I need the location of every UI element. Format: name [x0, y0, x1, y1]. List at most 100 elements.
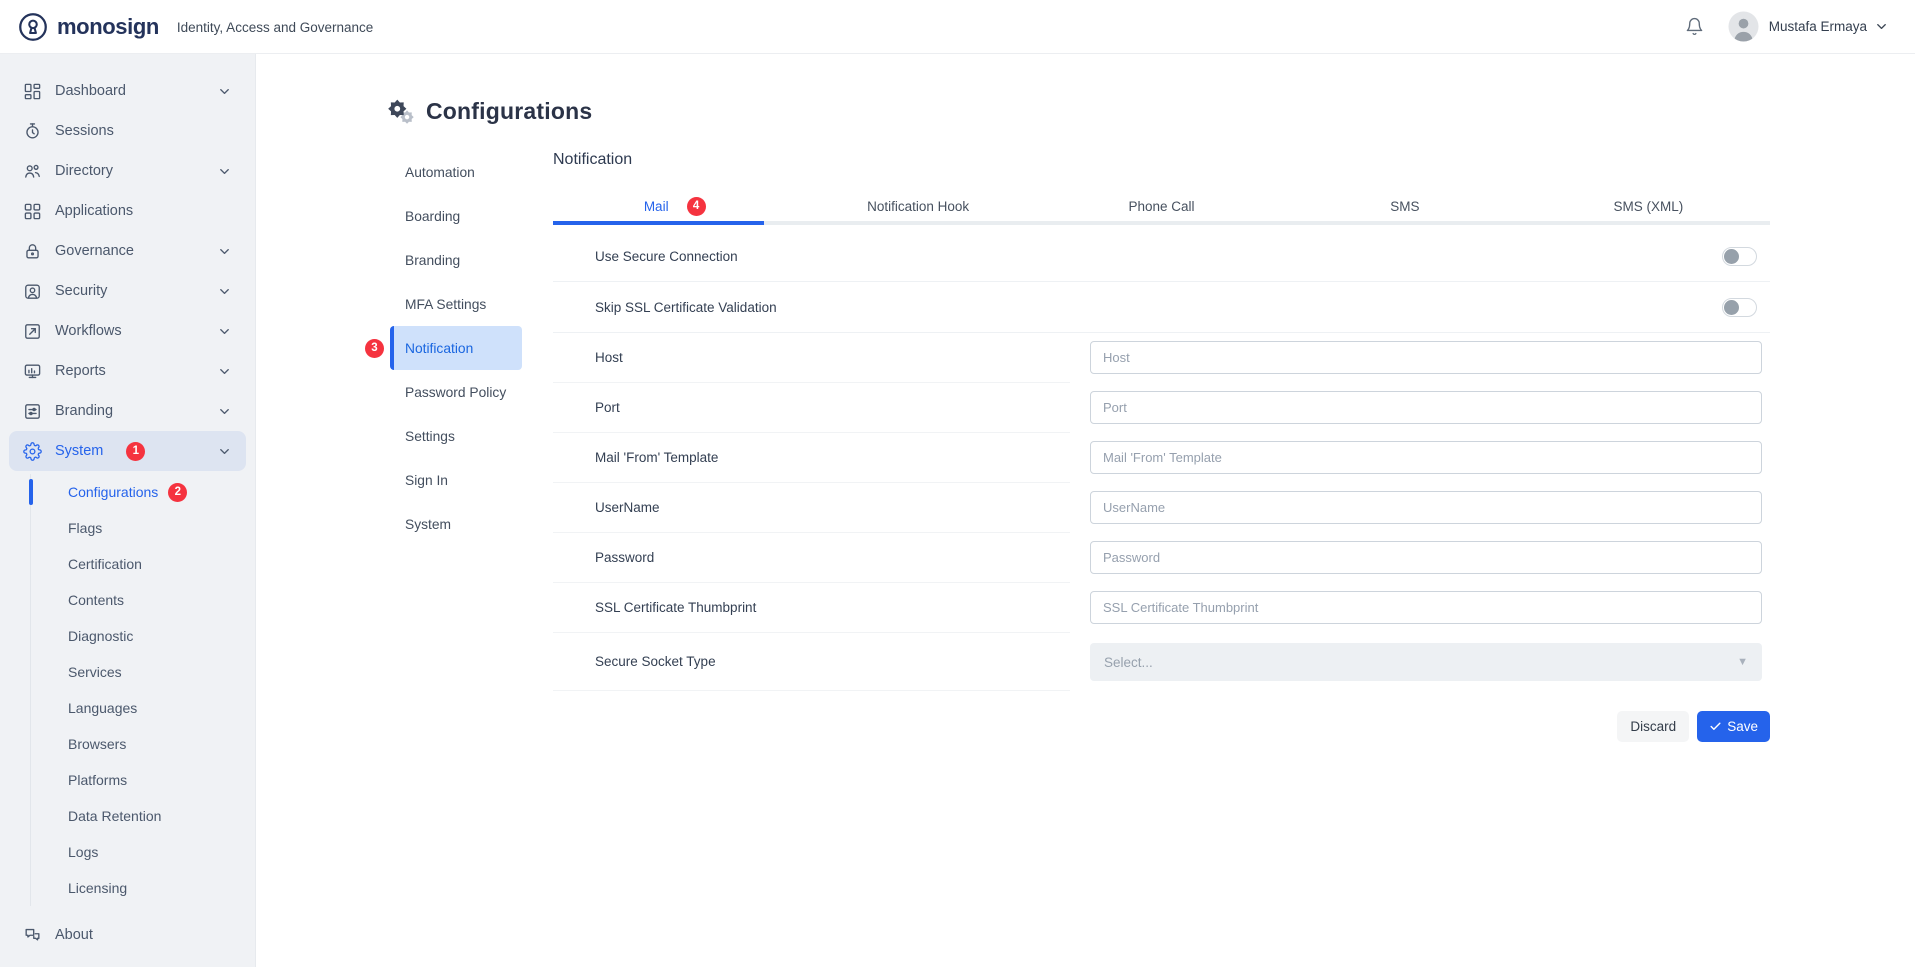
subnav-item[interactable]: Certification: [31, 546, 255, 582]
sidebar-item[interactable]: Branding: [9, 391, 246, 431]
subnav-item-label: Logs: [68, 844, 98, 860]
sidebar-item[interactable]: Applications: [9, 191, 246, 231]
config-section-nav: Automation Boarding Branding MFA Setting…: [390, 150, 522, 546]
section-nav-item[interactable]: Sign In: [390, 458, 522, 502]
sidebar-item-icon: [23, 282, 42, 301]
text-input[interactable]: [1090, 591, 1762, 624]
secure-socket-type-select[interactable]: Select... ▼: [1090, 643, 1762, 681]
toggle-switch[interactable]: [1722, 298, 1757, 317]
brand-tagline: Identity, Access and Governance: [177, 20, 373, 35]
tab-underline-track: [553, 221, 1770, 225]
text-input[interactable]: [1090, 541, 1762, 574]
select-value: Select...: [1104, 655, 1153, 670]
step-badge: 2: [168, 483, 187, 502]
text-input[interactable]: [1090, 391, 1762, 424]
tab[interactable]: Notification Hook: [796, 193, 1039, 219]
subnav-item-label: Configurations: [68, 484, 158, 500]
chevron-down-icon: [217, 84, 232, 99]
chevron-down-icon: [217, 364, 232, 379]
text-input[interactable]: [1090, 491, 1762, 524]
subnav-item[interactable]: Contents: [31, 582, 255, 618]
sidebar-item-label: Governance: [55, 243, 134, 259]
subnav-item-label: Platforms: [68, 772, 127, 788]
text-input[interactable]: [1090, 441, 1762, 474]
save-button[interactable]: Save: [1697, 711, 1770, 742]
subnav-item[interactable]: Flags: [31, 510, 255, 546]
section-nav-item[interactable]: 3 Notification: [390, 326, 522, 370]
sidebar-item-label: Applications: [55, 203, 133, 219]
tab[interactable]: Phone Call: [1040, 193, 1283, 219]
tab-label: Phone Call: [1128, 199, 1194, 214]
section-nav-item[interactable]: Automation: [390, 150, 522, 194]
bell-icon[interactable]: [1685, 17, 1704, 36]
sidebar-item-label: About: [55, 927, 93, 943]
field-label-cell: Mail 'From' Template: [553, 433, 1070, 483]
tab[interactable]: SMS: [1283, 193, 1526, 219]
field-label-cell: UserName: [553, 483, 1070, 533]
section-nav-item[interactable]: Password Policy: [390, 370, 522, 414]
chevron-down-icon[interactable]: [1874, 19, 1889, 34]
system-subnav: Configurations 2 Flags Certification Con…: [30, 474, 255, 906]
user-name[interactable]: Mustafa Ermaya: [1769, 19, 1867, 34]
page-title-text: Configurations: [426, 98, 592, 125]
avatar[interactable]: [1728, 11, 1759, 42]
section-nav-label: Boarding: [405, 209, 460, 224]
step-badge: 4: [687, 197, 706, 216]
text-input[interactable]: [1090, 341, 1762, 374]
section-nav-item[interactable]: System: [390, 502, 522, 546]
field-label-cell: Password: [553, 533, 1070, 583]
subnav-item-label: Flags: [68, 520, 102, 536]
section-nav-item[interactable]: MFA Settings: [390, 282, 522, 326]
sidebar-item-icon: [23, 322, 42, 341]
sidebar-item-label: Dashboard: [55, 83, 126, 99]
section-nav-item[interactable]: Settings: [390, 414, 522, 458]
sidebar-item[interactable]: Governance: [9, 231, 246, 271]
keyhole-logo-icon: [18, 12, 48, 42]
discard-button[interactable]: Discard: [1617, 711, 1689, 742]
sidebar-item[interactable]: Reports: [9, 351, 246, 391]
field-row: Mail 'From' Template: [553, 433, 1770, 483]
subnav-item[interactable]: Licensing: [31, 870, 255, 906]
page-title: Configurations: [387, 98, 592, 125]
toggle-knob: [1724, 300, 1739, 315]
subnav-item[interactable]: Languages: [31, 690, 255, 726]
select-row: Secure Socket Type Select... ▼: [553, 633, 1770, 691]
brand-logo[interactable]: monosign Identity, Access and Governance: [18, 12, 373, 42]
sidebar-item-label: Branding: [55, 403, 113, 419]
subnav-item[interactable]: Configurations 2: [31, 474, 255, 510]
field-row: Password: [553, 533, 1770, 583]
sidebar-item[interactable]: Sessions: [9, 111, 246, 151]
sidebar-item-about[interactable]: About: [9, 915, 246, 955]
subnav-item[interactable]: Logs: [31, 834, 255, 870]
section-nav-item[interactable]: Branding: [390, 238, 522, 282]
subnav-item[interactable]: Browsers: [31, 726, 255, 762]
sidebar-item[interactable]: Dashboard: [9, 71, 246, 111]
sidebar-item-label: System: [55, 443, 103, 459]
field-label: Port: [595, 400, 620, 415]
section-nav-item[interactable]: Boarding: [390, 194, 522, 238]
sidebar-item[interactable]: Workflows: [9, 311, 246, 351]
tab-label: Notification Hook: [867, 199, 969, 214]
field-label: Mail 'From' Template: [595, 450, 718, 465]
toggle-row: Skip SSL Certificate Validation: [553, 282, 1770, 333]
sidebar-item[interactable]: System 1: [9, 431, 246, 471]
section-nav-label: Sign In: [405, 473, 448, 488]
mail-settings-form: Use Secure Connection Skip SSL Certifica…: [553, 231, 1770, 742]
sidebar-item[interactable]: Security: [9, 271, 246, 311]
sidebar-item[interactable]: Directory: [9, 151, 246, 191]
subnav-item-label: Browsers: [68, 736, 126, 752]
input-rows: Host Port Mail 'From' Template: [553, 333, 1770, 633]
subnav-item[interactable]: Platforms: [31, 762, 255, 798]
tab[interactable]: Mail 4: [553, 193, 796, 219]
notification-tabs: Mail 4 Notification Hook Phone Call SMS: [553, 193, 1770, 219]
subnav-item[interactable]: Services: [31, 654, 255, 690]
header-actions: Mustafa Ermaya: [1685, 11, 1889, 42]
field-label-cell: Port: [553, 383, 1070, 433]
subnav-item[interactable]: Diagnostic: [31, 618, 255, 654]
toggle-switch[interactable]: [1722, 247, 1757, 266]
subnav-item-label: Services: [68, 664, 122, 680]
tab[interactable]: SMS (XML): [1527, 193, 1770, 219]
subnav-item[interactable]: Data Retention: [31, 798, 255, 834]
sidebar-item-icon: [23, 202, 42, 221]
field-label-cell: Secure Socket Type: [553, 633, 1070, 691]
